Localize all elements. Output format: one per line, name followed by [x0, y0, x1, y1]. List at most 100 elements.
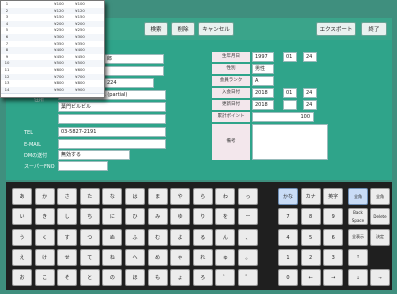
mode-key[interactable]: カナ [300, 188, 321, 205]
kana-field[interactable] [104, 66, 164, 76]
kana-key[interactable]: く [34, 228, 55, 246]
join-day-field[interactable]: 24 [303, 88, 317, 98]
numpad-key[interactable]: 5 [300, 228, 321, 246]
numpad-key[interactable]: ← [300, 269, 321, 287]
numpad-key[interactable]: 2 [300, 248, 321, 266]
backspace-key[interactable]: Back Space [348, 208, 368, 226]
kana-key[interactable]: ょ [170, 269, 191, 287]
numpad-key[interactable]: 4 [278, 228, 298, 246]
kana-key[interactable]: お [12, 269, 32, 287]
kana-key[interactable]: な [102, 188, 123, 205]
kana-key[interactable]: 。 [238, 248, 258, 266]
kana-key[interactable]: ち [79, 208, 100, 226]
kana-key[interactable]: ー [238, 208, 258, 226]
half-width-key[interactable]: 全角 [370, 188, 390, 205]
group-field[interactable] [58, 161, 108, 171]
numpad-key[interactable]: 7 [278, 208, 298, 226]
numpad-key[interactable]: 8 [300, 208, 321, 226]
kana-key[interactable]: 、 [238, 228, 258, 246]
kana-key[interactable]: ま [147, 188, 168, 205]
kana-key[interactable]: れ [192, 248, 213, 266]
export-button[interactable]: エクスポート [316, 22, 356, 36]
numpad-key[interactable]: 0 [278, 269, 298, 287]
kana-key[interactable]: か [34, 188, 55, 205]
kana-key[interactable]: と [79, 269, 100, 287]
kana-key[interactable]: ゜ [238, 269, 258, 287]
renew-day-field[interactable]: 24 [303, 100, 317, 110]
kana-key[interactable]: ほ [125, 269, 145, 287]
kana-key[interactable]: さ [57, 188, 78, 205]
kana-key[interactable]: を [215, 208, 236, 226]
numpad-key[interactable]: 3 [323, 248, 344, 266]
tel-field[interactable]: 03-5827-2191 [58, 127, 166, 137]
kana-key[interactable]: ぬ [102, 228, 123, 246]
numpad-key[interactable]: 1 [278, 248, 298, 266]
arrow-right-icon[interactable]: → [370, 269, 390, 287]
arrow-down-icon[interactable]: ↓ [348, 269, 368, 287]
kana-key[interactable]: る [192, 228, 213, 246]
kana-key[interactable]: き [34, 208, 55, 226]
kana-key[interactable]: て [79, 248, 100, 266]
kana-key[interactable]: ゆ [170, 208, 191, 226]
email-field[interactable] [58, 139, 166, 149]
kana-key[interactable]: む [147, 228, 168, 246]
renew-year-field[interactable]: 2018 [252, 100, 274, 110]
clear-key[interactable]: Delete [370, 208, 390, 226]
kana-key[interactable]: あ [12, 188, 32, 205]
kana-key[interactable]: も [147, 269, 168, 287]
address-line3-field[interactable] [58, 114, 166, 124]
join-month-field[interactable]: 01 [283, 88, 297, 98]
birth-day-field[interactable]: 24 [303, 52, 317, 62]
renew-month-field[interactable] [283, 100, 297, 110]
points-field[interactable]: 100 [252, 112, 314, 122]
birth-year-field[interactable]: 1997 [252, 52, 274, 62]
kana-key[interactable]: し [57, 208, 78, 226]
kana-key[interactable]: め [147, 248, 168, 266]
kana-key[interactable]: つ [79, 228, 100, 246]
name-field[interactable]: 郎 [104, 54, 164, 64]
dm-select[interactable]: 無効する [58, 150, 130, 160]
numpad-key[interactable]: → [323, 269, 344, 287]
kana-key[interactable]: ね [102, 248, 123, 266]
rank-select[interactable]: A [252, 76, 274, 86]
numpad-key[interactable]: 6 [323, 228, 344, 246]
kana-key[interactable]: ん [215, 228, 236, 246]
kana-key[interactable]: へ [125, 248, 145, 266]
kana-key[interactable]: そ [57, 269, 78, 287]
cancel-button[interactable]: キャンセル [198, 22, 234, 36]
arrow-up-icon[interactable]: ↑ [348, 248, 368, 266]
kana-key[interactable]: え [12, 248, 32, 266]
confirm-key[interactable]: 決定 [370, 228, 390, 246]
kana-key[interactable]: や [170, 188, 191, 205]
kana-key[interactable]: に [102, 208, 123, 226]
mode-key[interactable]: 英字 [323, 188, 344, 205]
kana-key[interactable]: り [192, 208, 213, 226]
numpad-key[interactable]: 9 [323, 208, 344, 226]
gender-select[interactable]: 男性 [252, 64, 274, 74]
kana-key[interactable]: み [147, 208, 168, 226]
join-year-field[interactable]: 2018 [252, 88, 274, 98]
kana-key[interactable]: ろ [192, 269, 213, 287]
kana-key[interactable]: こ [34, 269, 55, 287]
full-width-key[interactable]: 全角 [348, 188, 368, 205]
kana-key[interactable]: は [125, 188, 145, 205]
price-list-row[interactable]: 14 ¥900 ¥900 [1, 86, 104, 95]
kana-key[interactable]: ふ [125, 228, 145, 246]
postal-field[interactable]: 224 [104, 78, 154, 88]
kana-key[interactable]: ゅ [215, 248, 236, 266]
address-line2-field[interactable]: 葉門ビルビル [58, 102, 166, 112]
search-button[interactable]: 検索 [144, 22, 168, 36]
note-field[interactable] [252, 124, 328, 160]
kana-key[interactable]: た [79, 188, 100, 205]
kana-key[interactable]: い [12, 208, 32, 226]
kana-key[interactable]: よ [170, 228, 191, 246]
kana-key[interactable]: ら [192, 188, 213, 205]
birth-month-field[interactable]: 01 [283, 52, 297, 62]
kana-key[interactable]: の [102, 269, 123, 287]
kana-key[interactable]: け [34, 248, 55, 266]
kana-key[interactable]: す [57, 228, 78, 246]
kana-key[interactable]: ゛ [215, 269, 236, 287]
mode-key[interactable]: かな [278, 188, 298, 205]
exit-button[interactable]: 終了 [361, 22, 387, 36]
kana-key[interactable]: う [12, 228, 32, 246]
